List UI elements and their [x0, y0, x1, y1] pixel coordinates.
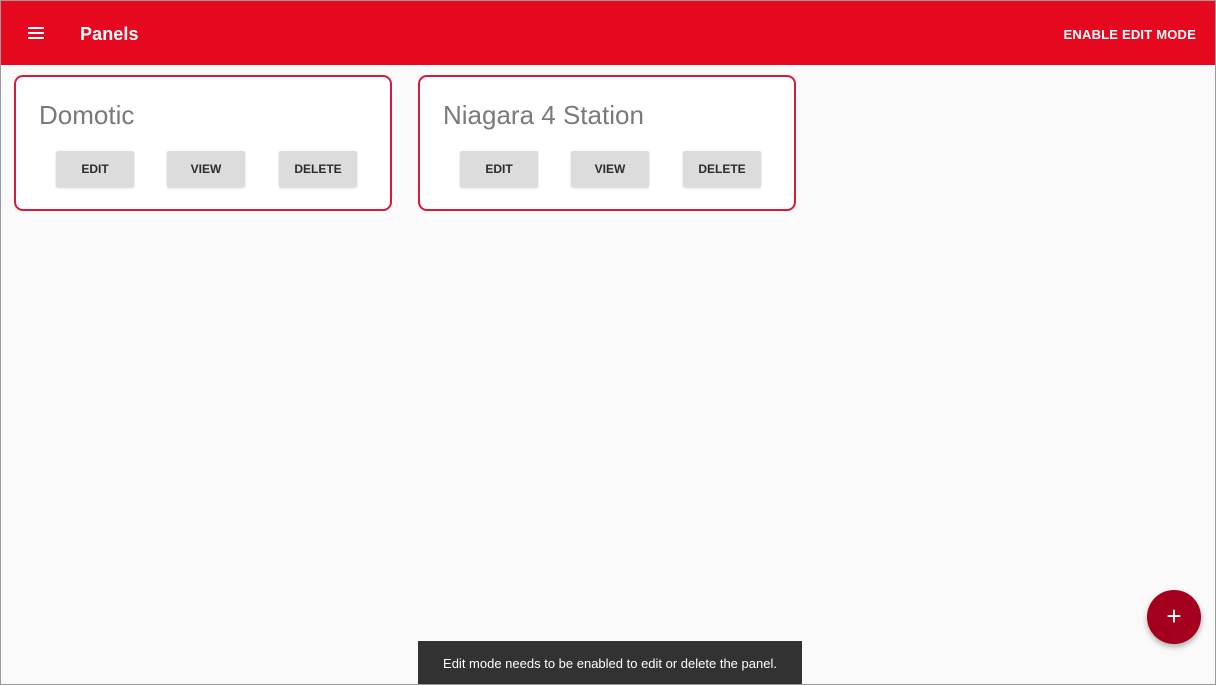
- panel-card-niagara-4-station: Niagara 4 Station EDIT VIEW DELETE: [418, 75, 796, 211]
- add-panel-button[interactable]: +: [1147, 590, 1201, 644]
- menu-icon-line: [28, 32, 44, 34]
- plus-icon: +: [1166, 601, 1182, 631]
- snackbar-message: Edit mode needs to be enabled to edit or…: [443, 656, 777, 671]
- snackbar: Edit mode needs to be enabled to edit or…: [418, 641, 802, 684]
- delete-button[interactable]: DELETE: [683, 151, 761, 187]
- menu-icon-line: [28, 27, 44, 29]
- enable-edit-mode-button[interactable]: ENABLE EDIT MODE: [1064, 27, 1196, 42]
- panel-title: Domotic: [39, 100, 135, 130]
- panel-title: Niagara 4 Station: [443, 100, 644, 130]
- edit-button[interactable]: EDIT: [56, 151, 134, 187]
- menu-icon[interactable]: [25, 24, 47, 42]
- panel-card-domotic: Domotic EDIT VIEW DELETE: [14, 75, 392, 211]
- app-window: Panels ENABLE EDIT MODE Domotic EDIT VIE…: [0, 0, 1216, 685]
- page-title: Panels: [80, 24, 139, 44]
- edit-button[interactable]: EDIT: [460, 151, 538, 187]
- app-bar: Panels ENABLE EDIT MODE: [1, 1, 1215, 65]
- delete-button[interactable]: DELETE: [279, 151, 357, 187]
- view-button[interactable]: VIEW: [167, 151, 245, 187]
- view-button[interactable]: VIEW: [571, 151, 649, 187]
- menu-icon-line: [28, 37, 44, 39]
